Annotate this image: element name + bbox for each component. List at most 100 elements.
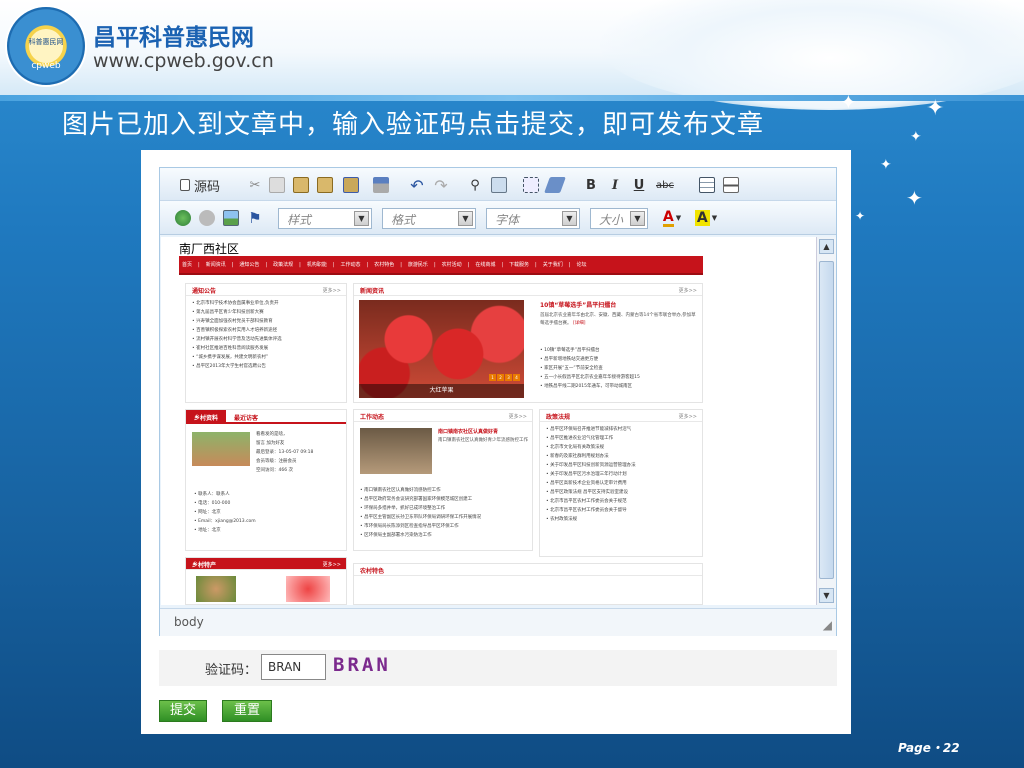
policy-item[interactable]: • 昌平区环保局召开推进节能减排农村沼气 [540, 425, 702, 434]
nav-item[interactable]: 农村活动 [439, 261, 465, 268]
notice-item[interactable]: • 流村镇开展农村科学普及活动先进集体评选 [186, 335, 346, 344]
news-item[interactable]: • 家区开展“五一”节前安全检查 [534, 364, 699, 373]
slide-dot[interactable]: 2 [497, 374, 504, 381]
print-button[interactable] [372, 175, 390, 195]
nav-item[interactable]: 农村特色 [371, 261, 397, 268]
contact-item[interactable]: • 地址：北京 [188, 526, 346, 535]
underline-button[interactable]: U [630, 175, 648, 195]
work-item[interactable]: • 昌平区主管副区长孙卫东带队环保局调研环保工作开展情况 [354, 513, 532, 522]
size-select[interactable]: 大小 ▼ [590, 208, 648, 229]
nav-item[interactable]: 通知公告 [236, 261, 262, 268]
work-item[interactable]: • 南口镇南农社区认真做好流感防控工作 [354, 486, 532, 495]
notice-more-link[interactable]: 更多>> [323, 287, 341, 294]
style-select[interactable]: 样式 ▼ [278, 208, 372, 229]
contact-item[interactable]: • Email：xjiang@2013.com [188, 517, 346, 526]
cut-button[interactable]: ✂ [246, 175, 264, 195]
select-all-button[interactable] [522, 175, 540, 195]
nav-item[interactable]: 旅游民乐 [405, 261, 431, 268]
rural-more-link[interactable]: 更多>> [323, 561, 341, 568]
policy-item[interactable]: • 北京市文化局有关政策法规 [540, 443, 702, 452]
bg-color-button[interactable]: A ▼ [692, 208, 720, 228]
nav-item[interactable]: 论坛 [573, 261, 589, 268]
scroll-up-icon[interactable]: ▲ [819, 239, 834, 254]
element-path[interactable]: body [174, 615, 204, 629]
nav-item[interactable]: 政策法规 [270, 261, 296, 268]
bold-button[interactable]: B [582, 175, 600, 195]
contact-item[interactable]: • 联系人：联系人 [188, 490, 346, 499]
policy-item[interactable]: • 关于印发昌平区污水治理三年行动计划 [540, 470, 702, 479]
work-item[interactable]: • 环保局多措并举，抓好已成环境整治工作 [354, 504, 532, 513]
paste-text-button[interactable] [316, 175, 334, 195]
policy-item[interactable]: • 新春的及家社群利用规划办法 [540, 452, 702, 461]
news-item[interactable]: • 昌平新增地铁站交通更方便 [534, 355, 699, 364]
unlink-button[interactable] [198, 208, 216, 228]
policy-item[interactable]: • 昌平区高新技术企业资格认定审计费用 [540, 479, 702, 488]
nav-item[interactable]: 机构职能 [304, 261, 330, 268]
policy-item[interactable]: • 北京市昌平区农村工作委员会关于督导 [540, 506, 702, 515]
slide-dot[interactable]: 3 [505, 374, 512, 381]
notice-item[interactable]: • “城乡携手谋发展，共建文明新农村” [186, 353, 346, 362]
policy-item[interactable]: • 北京市昌平区农村工作委员会关于规范 [540, 497, 702, 506]
resize-grip-icon[interactable]: ◢ [823, 618, 832, 632]
captcha-input[interactable]: BRAN [261, 654, 326, 680]
policy-item[interactable]: • 昌平区政策法规 昌平区支持实验室建设 [540, 488, 702, 497]
policy-item[interactable]: • 昌平区推进农业沼气化管理工作 [540, 434, 702, 443]
format-select[interactable]: 格式 ▼ [382, 208, 476, 229]
work-item[interactable]: • 市环保局局长陈添到区检查指导昌平区环保工作 [354, 522, 532, 531]
notice-item[interactable]: • 第九届昌平区青少年科技创新大赛 [186, 308, 346, 317]
italic-button[interactable]: I [606, 175, 624, 195]
slide-dot[interactable]: 1 [489, 374, 496, 381]
text-color-button[interactable]: A ▼ [658, 208, 686, 228]
policy-more-link[interactable]: 更多>> [679, 413, 697, 420]
strike-button[interactable]: abc [654, 175, 676, 195]
tab-village-info[interactable]: 乡村资料 [186, 410, 227, 422]
paste-button[interactable] [292, 175, 310, 195]
nav-item[interactable]: 新闻资讯 [203, 261, 229, 268]
reset-button[interactable]: 重置 [222, 700, 272, 722]
nav-item[interactable]: 首页 [179, 261, 195, 268]
policy-item[interactable]: • 农村政策法规 [540, 515, 702, 524]
editor-scrollbar[interactable]: ▲ ▼ [816, 237, 836, 605]
news-item[interactable]: • 五一小长假昌平区北京农业嘉年华接待游客超15 [534, 373, 699, 382]
undo-button[interactable]: ↶ [408, 175, 426, 195]
anchor-button[interactable]: ⚑ [246, 208, 264, 228]
notice-item[interactable]: • 昌平区2013年大学生村官选聘公告 [186, 362, 346, 371]
table-button[interactable] [698, 175, 716, 195]
notice-item[interactable]: • 崔村社区推进百姓科普阅读服务发展 [186, 344, 346, 353]
captcha-image[interactable]: BRAN [333, 654, 399, 680]
font-select[interactable]: 字体 ▼ [486, 208, 580, 229]
nav-item[interactable]: 关于我们 [540, 261, 566, 268]
notice-item[interactable]: • 百善镇积极探索农村实用人才培养新途径 [186, 326, 346, 335]
news-feature-title[interactable]: 10镇“草莓选手”昌平扫擂台 [540, 300, 698, 309]
find-button[interactable]: ⚲ [466, 175, 484, 195]
nav-item[interactable]: 在线商城 [472, 261, 498, 268]
nav-item[interactable]: 下载服务 [506, 261, 532, 268]
horizontal-rule-button[interactable] [722, 175, 740, 195]
replace-button[interactable] [490, 175, 508, 195]
notice-item[interactable]: • 北京市科学技术协会直属事业单位,负责开 [186, 299, 346, 308]
scroll-down-icon[interactable]: ▼ [819, 588, 834, 603]
nav-item[interactable]: 工作动态 [338, 261, 364, 268]
submit-button[interactable]: 提交 [159, 700, 207, 722]
work-more-link[interactable]: 更多>> [509, 413, 527, 420]
news-item[interactable]: • 地铁昌平线二期2015年通车，可带动城南区 [534, 382, 699, 391]
notice-item[interactable]: • 兴寿镇全面加强农村党员干部科技教育 [186, 317, 346, 326]
image-button[interactable] [222, 208, 240, 228]
editor-content-area[interactable]: 南厂西社区 首页 | 新闻资讯 | 通知公告 | 政策法规 | 机构职能 | 工作动态 | 农村特色 | 旅… [161, 237, 817, 605]
paste-word-button[interactable] [342, 175, 360, 195]
contact-item[interactable]: • 网址：北京 [188, 508, 346, 517]
work-item[interactable]: • 区环保局主副部署水污染防治工作 [354, 531, 532, 540]
link-button[interactable] [174, 208, 192, 228]
news-item[interactable]: • 10镇“草莓选手”昌平扫擂台 [534, 346, 699, 355]
contact-item[interactable]: • 电话：010-000 [188, 499, 346, 508]
tab-recent-visitors[interactable]: 最近访客 [226, 410, 266, 422]
copy-button[interactable] [268, 175, 286, 195]
scroll-thumb[interactable] [819, 261, 834, 579]
redo-button[interactable]: ↷ [432, 175, 450, 195]
slide-dot[interactable]: 4 [513, 374, 520, 381]
work-feature-title[interactable]: 南口镇南农社区认真做好青 [438, 428, 530, 435]
work-item[interactable]: • 昌平区政府常务会议研究部署国家环保模范城区创建工 [354, 495, 532, 504]
remove-format-button[interactable] [544, 175, 566, 195]
apple-photo[interactable]: 1234 大红苹果 [359, 300, 524, 398]
policy-item[interactable]: • 关于印发昌平区科技创新资源运营管理办法 [540, 461, 702, 470]
